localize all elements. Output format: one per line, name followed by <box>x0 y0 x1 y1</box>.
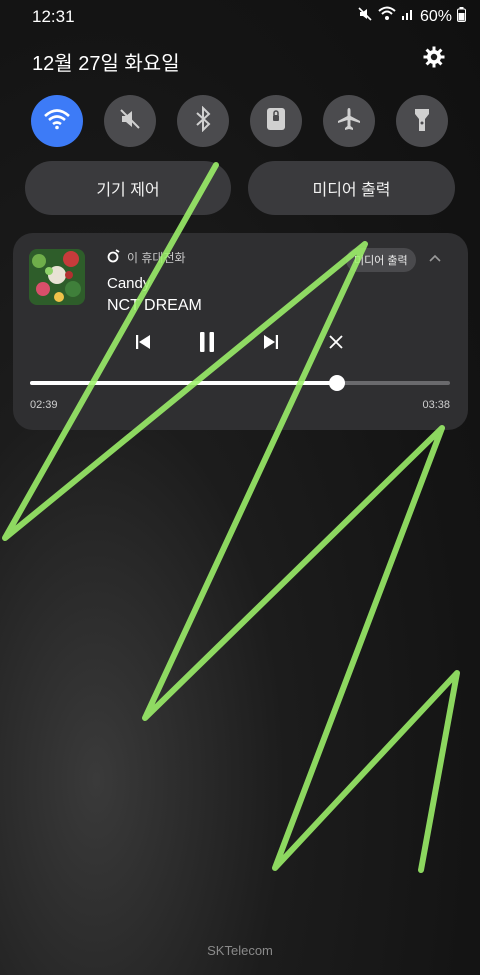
media-output-chip[interactable]: 미디어 출력 <box>346 248 416 272</box>
skip-next-icon <box>263 334 279 355</box>
status-icons: 60% <box>357 6 466 27</box>
flashlight-icon <box>412 105 432 138</box>
carrier-label: SKTelecom <box>207 943 273 958</box>
next-button[interactable] <box>256 331 286 357</box>
media-source: 이 휴대전화 <box>107 249 186 266</box>
bluetooth-icon <box>193 105 213 137</box>
flashlight-tile[interactable] <box>396 95 448 147</box>
date-label: 12월 27일 화요일 <box>32 53 180 75</box>
media-source-label: 이 휴대전화 <box>127 251 186 265</box>
mute-icon <box>118 107 142 136</box>
track-artist: NCT DREAM <box>107 297 202 314</box>
album-art <box>29 249 85 305</box>
lock-tile[interactable] <box>250 95 302 147</box>
mute-icon <box>357 6 373 27</box>
close-button[interactable] <box>321 331 351 357</box>
pause-button[interactable] <box>192 331 222 357</box>
status-time: 12:31 <box>32 7 75 26</box>
media-output-button[interactable]: 미디어 출력 <box>248 161 455 215</box>
gear-icon[interactable] <box>422 45 446 69</box>
airplane-tile[interactable] <box>323 95 375 147</box>
scribble-overlay <box>2 162 460 873</box>
seek-bar-fill <box>30 381 337 385</box>
skip-previous-icon <box>135 334 151 355</box>
lock-icon <box>264 106 288 137</box>
music-note-icon <box>107 249 121 266</box>
elapsed-time: 02:39 <box>30 399 58 411</box>
airplane-icon <box>336 106 362 137</box>
device-control-button[interactable]: 기기 제어 <box>25 161 231 215</box>
status-bar: 12:31 60% <box>0 0 480 32</box>
previous-button[interactable] <box>128 331 158 357</box>
signal-icon <box>401 7 415 26</box>
chevron-up-icon[interactable] <box>428 251 442 263</box>
battery-percent: 60% <box>419 7 452 25</box>
battery-icon <box>457 6 466 27</box>
close-icon <box>329 334 343 354</box>
seek-bar[interactable] <box>30 375 450 391</box>
bluetooth-tile[interactable] <box>177 95 229 147</box>
track-title: Candy <box>107 275 151 292</box>
total-duration: 03:38 <box>422 399 450 411</box>
pause-icon <box>198 331 216 357</box>
sound-tile[interactable] <box>104 95 156 147</box>
wifi-icon <box>378 6 396 27</box>
wifi-icon <box>43 107 71 136</box>
seek-bar-thumb[interactable] <box>328 375 345 391</box>
media-player-card: 이 휴대전화 미디어 출력 Candy NCT DREAM 02:39 03:3… <box>13 233 468 430</box>
wifi-tile[interactable] <box>31 95 83 147</box>
